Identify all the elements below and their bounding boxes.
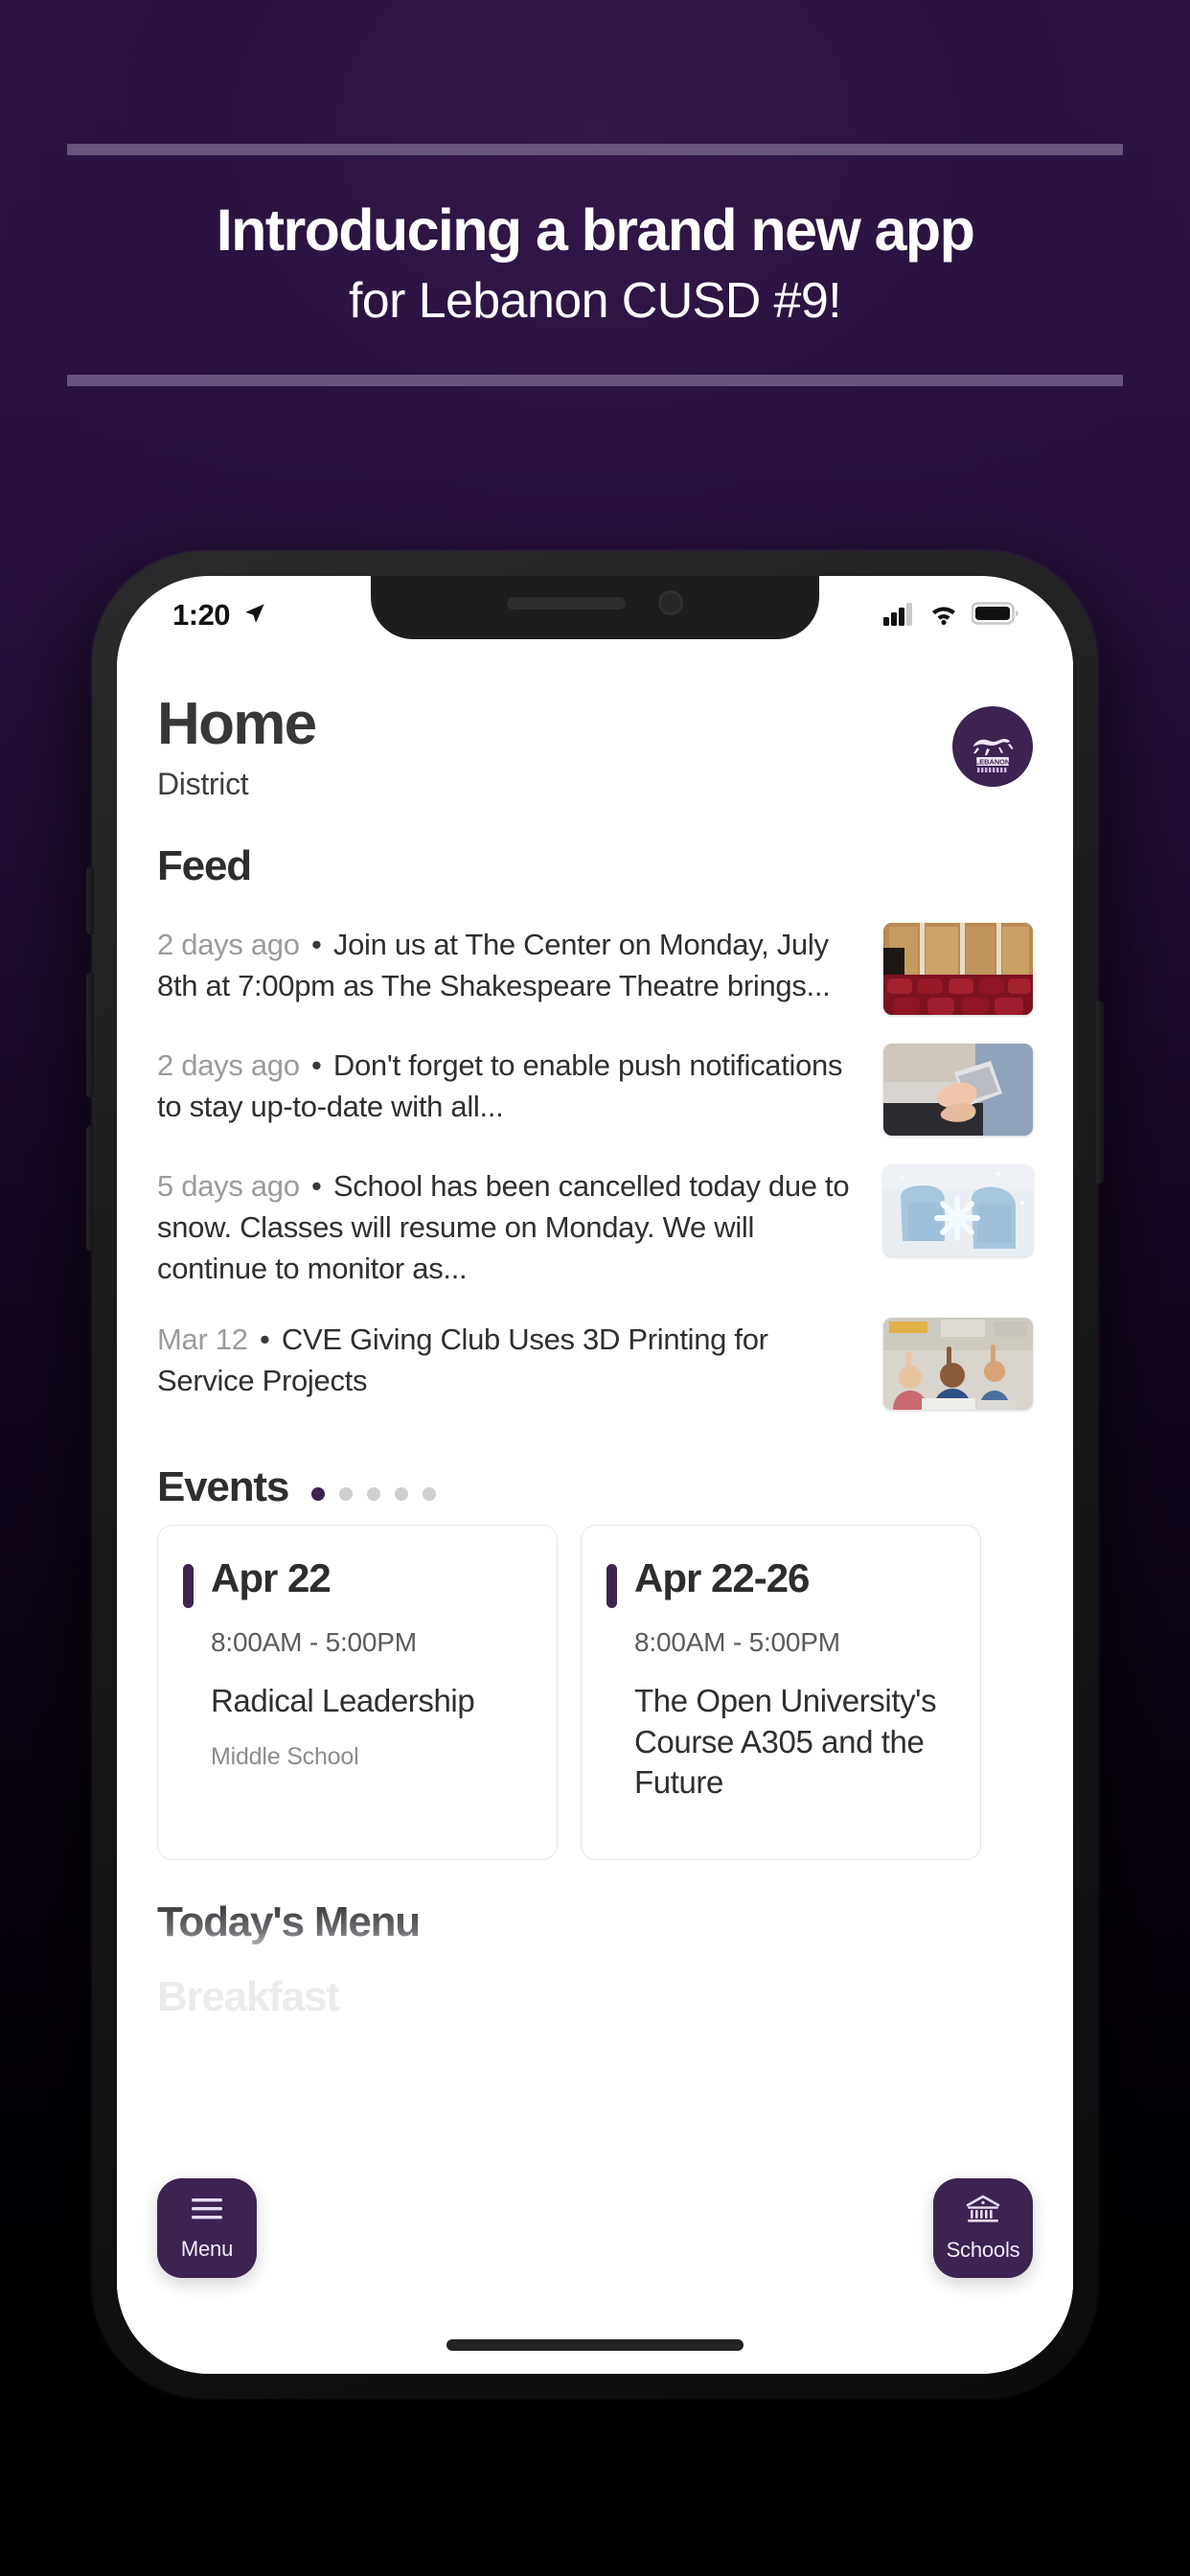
pagination-dot-active[interactable]	[311, 1487, 326, 1502]
phone-volume-down-button[interactable]	[86, 1126, 94, 1251]
hands-holding-phone-thumbnail[interactable]	[883, 1044, 1033, 1136]
todays-menu-section: Today's Menu Breakfast	[157, 1898, 1033, 2021]
pagination-dot[interactable]	[339, 1487, 354, 1502]
phone-mockup: 1:20 Home District LEBANON Feed 2 days a…	[86, 551, 1104, 2399]
page-title: Home	[157, 691, 317, 757]
events-heading: Events	[157, 1463, 289, 1511]
app-content: Home District LEBANON Feed 2 days ago • …	[117, 645, 1073, 2374]
front-camera-icon	[658, 590, 683, 615]
event-name: Radical Leadership	[211, 1683, 475, 1719]
earpiece-speaker	[507, 596, 626, 610]
classroom-students-thumbnail[interactable]	[883, 1318, 1033, 1411]
feed-item[interactable]: Mar 12 • CVE Giving Club Uses 3D Printin…	[157, 1304, 1033, 1425]
event-card[interactable]: Apr 22 8:00AM - 5:00PM Radical Leadershi…	[157, 1525, 558, 1861]
event-time: 8:00AM - 5:00PM	[634, 1627, 840, 1658]
event-card-header: Apr 22-26	[606, 1555, 951, 1609]
feed-item-time: 2 days ago	[157, 1048, 300, 1082]
status-bar-left: 1:20	[172, 598, 267, 632]
events-carousel[interactable]: Apr 22 8:00AM - 5:00PM Radical Leadershi…	[157, 1525, 1033, 1861]
home-indicator[interactable]	[446, 2339, 744, 2351]
theater-interior-thumbnail[interactable]	[883, 923, 1033, 1015]
event-date: Apr 22-26	[634, 1555, 810, 1601]
feed-item-text: 5 days ago • School has been cancelled t…	[157, 1164, 858, 1289]
phone-silent-switch[interactable]	[86, 867, 94, 934]
event-card-header: Apr 22	[183, 1555, 528, 1609]
feed-item-body: CVE Giving Club Uses 3D Printing for Ser…	[157, 1322, 768, 1398]
events-heading-row: Events	[157, 1463, 1033, 1511]
event-accent-bar	[183, 1564, 194, 1609]
promo-stage: Introducing a brand new app for Lebanon …	[0, 0, 1190, 2576]
pagination-dot[interactable]	[395, 1487, 409, 1502]
todays-menu-heading: Today's Menu	[157, 1898, 1033, 1946]
mittens-snowflake-thumbnail[interactable]	[883, 1164, 1033, 1256]
feed-item-text: 2 days ago • Don't forget to enable push…	[157, 1044, 858, 1128]
todays-menu-meal: Breakfast	[157, 1973, 340, 2021]
feed-item-separator: •	[311, 1169, 322, 1203]
pagination-dot[interactable]	[367, 1487, 381, 1502]
menu-button[interactable]: Menu	[157, 2178, 257, 2278]
phone-power-button[interactable]	[1096, 1001, 1104, 1184]
schools-button-label: Schools	[946, 2238, 1020, 2262]
floating-action-buttons: Menu Schools	[117, 2178, 1073, 2278]
feed-item-separator: •	[311, 1048, 322, 1082]
event-name: The Open University's Course A305 and th…	[634, 1683, 937, 1800]
promo-header: Introducing a brand new app for Lebanon …	[0, 144, 1190, 387]
schools-button[interactable]: Schools	[933, 2178, 1033, 2278]
events-pagination[interactable]	[311, 1474, 437, 1502]
feed-item[interactable]: 2 days ago • Don't forget to enable push…	[157, 1030, 1033, 1151]
promo-headline-line2: for Lebanon CUSD #9!	[348, 273, 842, 330]
promo-divider-bottom	[67, 375, 1123, 387]
event-location: Middle School	[211, 1742, 359, 1770]
feed-item-separator: •	[260, 1322, 270, 1357]
hamburger-menu-icon	[188, 2195, 226, 2228]
promo-headline-line1: Introducing a brand new app	[216, 197, 975, 263]
event-card[interactable]: Apr 22-26 8:00AM - 5:00PM The Open Unive…	[581, 1525, 981, 1861]
event-accent-bar	[606, 1564, 617, 1609]
status-time: 1:20	[172, 598, 231, 632]
cellular-signal-icon	[883, 601, 916, 631]
feed-item[interactable]: 5 days ago • School has been cancelled t…	[157, 1151, 1033, 1304]
page-subtitle: District	[157, 767, 249, 801]
battery-icon	[971, 601, 1019, 631]
feed-item-time: Mar 12	[157, 1322, 248, 1357]
wifi-icon	[928, 601, 959, 631]
app-header: Home District LEBANON	[157, 645, 1033, 802]
feed-heading: Feed	[157, 842, 252, 889]
location-arrow-icon	[242, 601, 267, 631]
feed-item-text: Mar 12 • CVE Giving Club Uses 3D Printin…	[157, 1318, 858, 1402]
menu-button-label: Menu	[180, 2237, 234, 2261]
promo-divider-top	[67, 144, 1123, 155]
phone-volume-up-button[interactable]	[86, 973, 94, 1097]
district-logo-icon[interactable]: LEBANON	[952, 706, 1033, 787]
feed-item-time: 2 days ago	[157, 928, 300, 961]
event-time: 8:00AM - 5:00PM	[211, 1627, 417, 1658]
feed-item[interactable]: 2 days ago • Join us at The Center on Mo…	[157, 909, 1033, 1030]
svg-text:LEBANON: LEBANON	[975, 757, 1011, 766]
phone-notch	[371, 576, 819, 639]
feed-item-text: 2 days ago • Join us at The Center on Mo…	[157, 923, 858, 1007]
pagination-dot[interactable]	[423, 1487, 437, 1502]
feed-item-separator: •	[311, 928, 322, 961]
feed-item-time: 5 days ago	[157, 1169, 300, 1203]
status-bar-right	[883, 601, 1019, 631]
phone-screen: 1:20 Home District LEBANON Feed 2 days a…	[117, 576, 1073, 2374]
school-building-icon	[963, 2194, 1003, 2229]
feed-list: 2 days ago • Join us at The Center on Mo…	[157, 909, 1033, 1425]
page-title-block: Home District	[157, 691, 317, 802]
event-date: Apr 22	[211, 1555, 332, 1601]
